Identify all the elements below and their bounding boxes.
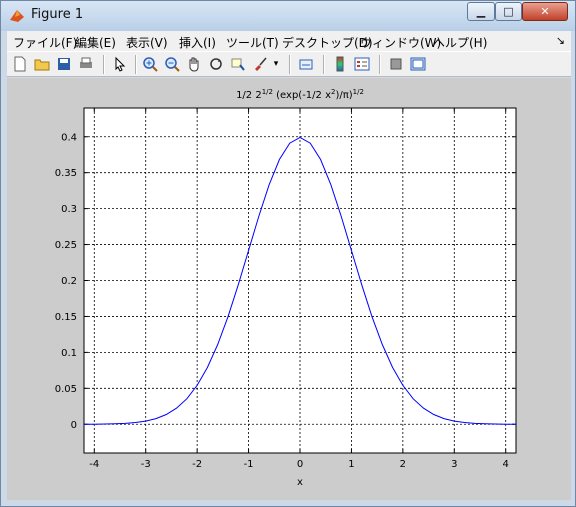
hand-icon [189,57,199,72]
close-icon: ✕ [540,5,550,18]
hide-plot-tools-button[interactable] [387,55,405,73]
zoom-out-button[interactable] [163,55,181,73]
x-tick-label: 2 [400,459,406,470]
zoom-out-icon [165,57,180,72]
axes: -4 -3 -2 -1 0 1 2 3 4 0 0.05 0.1 0.15 0.2 0.25 0.3 0.35 0… [55,88,517,488]
y-tick-label: 0.15 [55,312,77,323]
y-tick-label: 0.25 [55,240,77,251]
folder-open-icon [34,59,50,71]
data-cursor-icon [231,58,245,71]
x-tick-label: 0 [297,459,303,470]
print-button[interactable] [77,55,95,73]
dock-arrow-icon[interactable]: ↘ [556,34,565,47]
hide-tools-icon [390,58,402,70]
brush-dropdown-button[interactable]: ▾ [271,55,281,73]
minimize-icon: ▁ [476,5,486,18]
menu-tools[interactable]: ツール(T) [226,34,279,51]
toolbar-separator [379,55,381,74]
title-superscript: 1/2 [262,88,273,96]
rotate-icon [210,58,222,70]
link-icon [299,59,313,70]
link-plot-button[interactable] [297,55,315,73]
zoom-in-button[interactable] [141,55,159,73]
chart-title: 1/2 21/2 (exp(-1/2 x2)/π)1/2 [236,88,364,101]
save-icon [58,58,70,70]
figure-window: Figure 1 ▁ □ ✕ ファイル(F) 編集(E) 表示(V) 挿入(I)… [0,0,576,507]
pointer-icon [115,56,126,72]
y-tick-label: 0.3 [61,204,77,215]
title-text: (exp(-1/2 x [273,90,331,101]
maximize-icon: □ [503,5,514,18]
new-figure-button[interactable] [11,55,29,73]
menu-edit[interactable]: 編集(E) [75,34,116,51]
legend-icon [354,57,370,71]
y-tick-label: 0.35 [55,168,77,179]
toolbar-separator [323,55,325,74]
x-tick-label: -2 [192,459,202,470]
menu-insert[interactable]: 挿入(I) [179,34,216,51]
brush-icon [255,57,267,71]
window-title: Figure 1 [31,7,84,22]
legend-button[interactable] [353,55,371,73]
x-tick-label: -3 [141,459,151,470]
toolbar-separator [289,55,291,74]
menu-window[interactable]: ウィンドウ(W) [360,34,441,51]
title-text: 1/2 2 [236,90,262,101]
open-file-button[interactable] [33,55,51,73]
x-tick-label: 3 [451,459,457,470]
plot-area[interactable]: -4 -3 -2 -1 0 1 2 3 4 0 0.05 0.1 0.15 0.2 0.25 0.3 0.35 0… [7,78,571,500]
show-tools-icon [410,57,426,71]
rotate-3d-button[interactable] [207,55,225,73]
show-plot-tools-button[interactable] [409,55,427,73]
dropdown-arrow-icon: ▾ [273,59,279,69]
x-tick-label: 4 [503,459,509,470]
brush-button[interactable] [251,55,269,73]
menu-file[interactable]: ファイル(F) [13,34,77,51]
zoom-in-icon [143,57,158,72]
x-tick-label: 1 [348,459,354,470]
menu-bar: ファイル(F) 編集(E) 表示(V) 挿入(I) ツール(T) デスクトップ(… [7,31,571,51]
new-file-icon [14,56,26,72]
figure-canvas: -4 -3 -2 -1 0 1 2 3 4 0 0.05 0.1 0.15 0.2 0.25 0.3 0.35 0… [7,78,571,500]
menu-help[interactable]: ヘルプ(H) [433,34,487,51]
x-tick-label: -4 [89,459,99,470]
save-button[interactable] [55,55,73,73]
colorbar-button[interactable] [331,55,349,73]
matlab-logo-icon [10,10,24,22]
y-tick-label: 0.05 [55,384,77,395]
toolbar-separator [103,55,105,74]
pan-button[interactable] [185,55,203,73]
x-axis-label: x [297,477,303,488]
title-bar[interactable]: Figure 1 ▁ □ ✕ [1,1,575,31]
maximize-button[interactable]: □ [495,2,522,21]
title-text: )/π) [335,90,352,101]
edit-plot-button[interactable] [111,55,129,73]
toolbar-separator [135,55,137,74]
y-tick-label: 0.4 [61,132,77,143]
menu-view[interactable]: 表示(V) [126,34,168,51]
y-tick-label: 0.2 [61,276,77,287]
y-tick-label: 0 [71,420,77,431]
minimize-button[interactable]: ▁ [467,2,495,21]
figure-toolbar: ▾ [7,51,571,77]
title-superscript: 1/2 [353,88,364,96]
close-button[interactable]: ✕ [522,2,568,21]
data-cursor-button[interactable] [229,55,247,73]
colorbar-icon [336,56,344,72]
print-icon [80,57,92,68]
y-tick-label: 0.1 [61,348,77,359]
x-tick-label: -1 [244,459,254,470]
